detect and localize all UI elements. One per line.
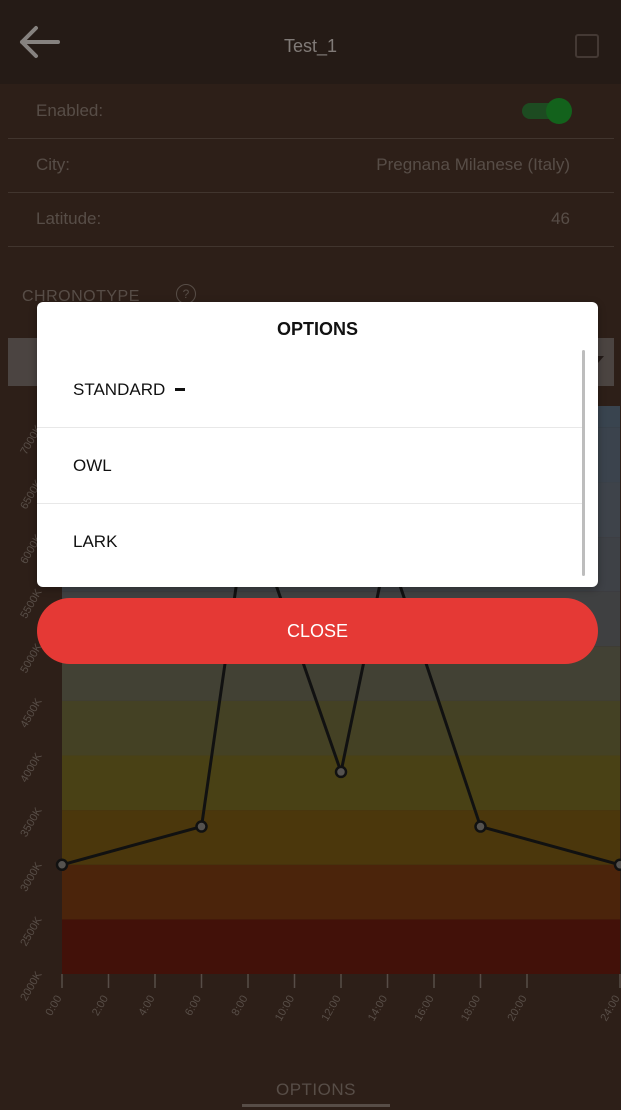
option-lark[interactable]: LARK	[37, 504, 583, 580]
option-owl[interactable]: OWL	[37, 428, 583, 504]
dialog-title: OPTIONS	[276, 319, 358, 339]
option-label: STANDARD	[73, 380, 166, 399]
option-label: LARK	[73, 532, 118, 551]
option-label: OWL	[73, 456, 112, 475]
selected-marker-icon	[175, 388, 185, 391]
option-standard[interactable]: STANDARD	[37, 352, 583, 428]
options-dialog: OPTIONS STANDARD OWL LARK	[37, 302, 598, 587]
close-button[interactable]: CLOSE	[37, 598, 598, 664]
scrollbar[interactable]	[582, 350, 585, 576]
screen: Test_1 Enabled: City: Pregnana Milanese …	[0, 0, 621, 1110]
